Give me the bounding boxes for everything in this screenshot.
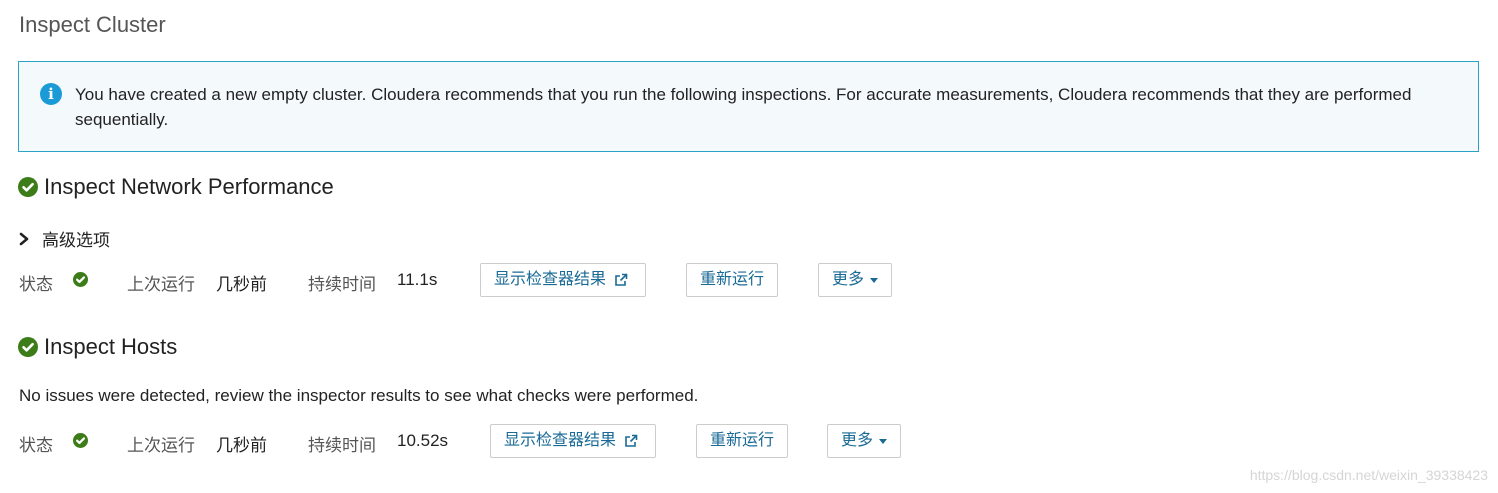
check-circle-icon: [18, 177, 38, 197]
duration-value: 10.52s: [397, 431, 449, 450]
status-label: 状态: [19, 275, 53, 294]
chevron-right-icon: [19, 232, 29, 245]
show-results-button[interactable]: 显示检查器结果: [490, 424, 656, 458]
advanced-options-toggle[interactable]: 高级选项: [18, 226, 110, 251]
network-title-text: Inspect Network Performance: [44, 174, 334, 199]
duration-value: 11.1s: [397, 270, 438, 289]
rerun-button[interactable]: 重新运行: [686, 263, 778, 297]
external-link-icon: [625, 434, 638, 447]
advanced-options-label: 高级选项: [42, 231, 110, 250]
status-ok-icon: [73, 433, 88, 448]
inspect-cluster-page: Inspect Cluster i You have created a new…: [0, 0, 1498, 493]
rerun-button[interactable]: 重新运行: [696, 424, 788, 458]
status-ok-icon: [73, 272, 88, 287]
last-run-label: 上次运行: [127, 436, 195, 455]
last-run-label: 上次运行: [127, 275, 195, 294]
hosts-message: No issues were detected, review the insp…: [19, 386, 699, 405]
status-label: 状态: [19, 436, 53, 455]
check-circle-icon: [18, 337, 38, 357]
network-status-row: 状态 上次运行 几秒前 持续时间 11.1s 显示检查器结果 重新运行 更多: [18, 263, 1018, 297]
show-results-label: 显示检查器结果: [494, 271, 607, 288]
more-dropdown-button[interactable]: 更多: [827, 424, 901, 458]
watermark: https://blog.csdn.net/weixin_39338423: [1249, 467, 1488, 483]
rerun-label: 重新运行: [700, 271, 765, 288]
caret-down-icon: [879, 438, 888, 444]
hosts-title-text: Inspect Hosts: [44, 334, 178, 359]
hosts-status-row: 状态 上次运行 几秒前 持续时间 10.52s 显示检查器结果 重新运行 更多: [18, 424, 1018, 458]
show-results-label: 显示检查器结果: [504, 432, 617, 449]
info-icon: i: [40, 83, 62, 105]
network-section-title: Inspect Network Performance: [18, 174, 334, 200]
page-title: Inspect Cluster: [19, 12, 166, 37]
last-run-value: 几秒前: [216, 275, 267, 294]
duration-label: 持续时间: [308, 275, 376, 294]
rerun-label: 重新运行: [710, 432, 775, 449]
more-label: 更多: [832, 271, 865, 288]
info-message: You have created a new empty cluster. Cl…: [75, 85, 1412, 129]
external-link-icon: [615, 273, 628, 286]
more-dropdown-button[interactable]: 更多: [818, 263, 892, 297]
show-results-button[interactable]: 显示检查器结果: [480, 263, 646, 297]
more-label: 更多: [841, 432, 874, 449]
hosts-section-title: Inspect Hosts: [18, 334, 177, 360]
caret-down-icon: [870, 277, 879, 283]
duration-label: 持续时间: [308, 436, 376, 455]
info-alert: i You have created a new empty cluster. …: [18, 61, 1479, 152]
last-run-value: 几秒前: [216, 436, 267, 455]
